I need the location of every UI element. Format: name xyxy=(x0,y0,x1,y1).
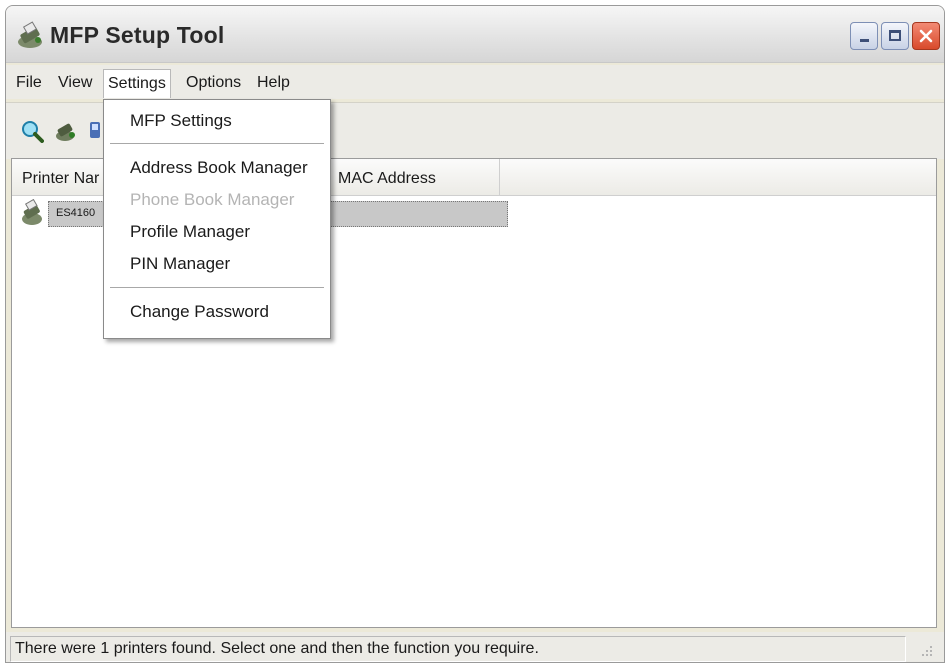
resize-grip-icon[interactable] xyxy=(918,642,934,658)
app-window: MFP Setup Tool File View Settings Option… xyxy=(5,5,945,663)
menu-separator xyxy=(110,287,324,289)
menu-item-address-book-manager[interactable]: Address Book Manager xyxy=(130,158,308,178)
column-mac-address[interactable]: MAC Address xyxy=(328,159,500,195)
settings-dropdown-menu: MFP Settings Address Book Manager Phone … xyxy=(103,99,331,339)
menu-separator xyxy=(110,143,324,145)
menu-item-mfp-settings[interactable]: MFP Settings xyxy=(130,111,232,131)
menu-bar: File View Settings Options Help xyxy=(6,65,944,99)
printer-icon[interactable] xyxy=(54,119,78,143)
status-bar: There were 1 printers found. Select one … xyxy=(6,632,944,662)
status-text: There were 1 printers found. Select one … xyxy=(10,636,906,662)
maximize-icon xyxy=(889,30,901,41)
window-title: MFP Setup Tool xyxy=(50,22,225,48)
printer-icon xyxy=(18,21,42,48)
title-bar[interactable]: MFP Setup Tool xyxy=(6,6,944,63)
search-icon[interactable] xyxy=(20,119,44,143)
menu-item-phone-book-manager: Phone Book Manager xyxy=(130,190,295,209)
menu-help[interactable]: Help xyxy=(253,71,294,95)
minimize-button[interactable] xyxy=(850,22,878,50)
menu-settings[interactable]: Settings xyxy=(103,69,171,98)
close-button[interactable] xyxy=(912,22,940,50)
menu-options[interactable]: Options xyxy=(182,71,245,95)
menu-file[interactable]: File xyxy=(12,71,46,95)
close-icon xyxy=(919,29,933,43)
printer-icon xyxy=(22,199,42,225)
menu-item-pin-manager[interactable]: PIN Manager xyxy=(130,254,230,274)
printer-name: ES4160 xyxy=(56,207,96,219)
menu-view[interactable]: View xyxy=(54,71,96,95)
menu-item-change-password[interactable]: Change Password xyxy=(130,302,269,322)
minimize-icon xyxy=(860,39,869,42)
menu-item-profile-manager[interactable]: Profile Manager xyxy=(130,222,250,242)
maximize-button[interactable] xyxy=(881,22,909,50)
